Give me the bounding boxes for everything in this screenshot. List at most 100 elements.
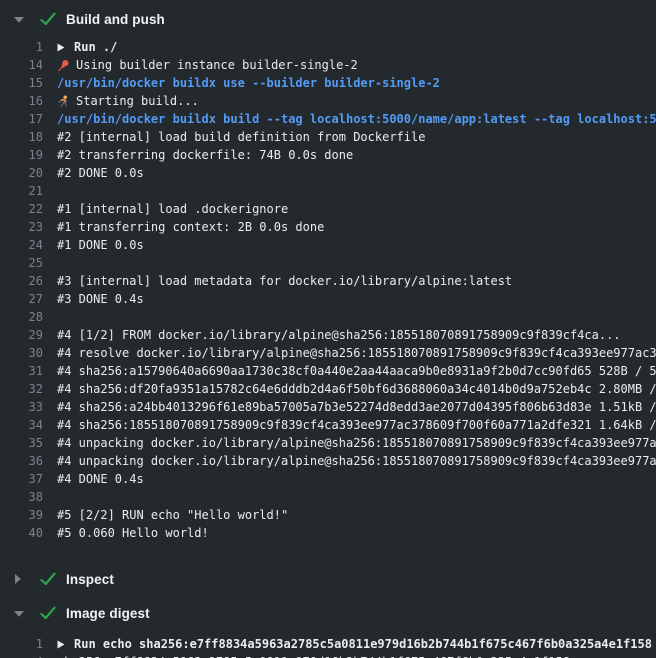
line-number[interactable]: 22 xyxy=(0,200,43,218)
check-icon xyxy=(40,572,57,586)
line-number[interactable]: 23 xyxy=(0,218,43,236)
log-text: #4 sha256:a24bb4013296f61e89ba57005a7b3e… xyxy=(57,398,656,416)
line-number[interactable]: 40 xyxy=(0,524,43,542)
pushpin-icon xyxy=(57,59,76,72)
log-line: 33 #4 sha256:a24bb4013296f61e89ba57005a7b… xyxy=(0,398,656,416)
line-number[interactable]: 24 xyxy=(0,236,43,254)
expand-group-icon[interactable] xyxy=(57,640,74,649)
log-line: 17/usr/bin/docker buildx build --tag loc… xyxy=(0,110,656,128)
log-line: 26 #3 [internal] load metadata for docker… xyxy=(0,272,656,290)
log-line: 24 #1 DONE 0.0s xyxy=(0,236,656,254)
log-text: Run ./ xyxy=(74,38,117,56)
log-text: /usr/bin/docker buildx use --builder bui… xyxy=(57,74,440,92)
line-number[interactable]: 1 xyxy=(0,38,43,56)
line-number[interactable]: 4 xyxy=(0,653,43,658)
chevron-right-icon xyxy=(14,574,30,584)
log-text: Run echo sha256:e7ff8834a5963a2785c5a081… xyxy=(74,635,652,653)
section-title: Inspect xyxy=(66,572,114,587)
line-number[interactable]: 35 xyxy=(0,434,43,452)
log-line: 34 #4 sha256:185518070891758909c9f839cf4c… xyxy=(0,416,656,434)
log-text: #5 0.060 Hello world! xyxy=(57,524,209,542)
log-text: #4 sha256:185518070891758909c9f839cf4ca3… xyxy=(57,416,656,434)
line-number[interactable]: 19 xyxy=(0,146,43,164)
log-text: #3 [internal] load metadata for docker.i… xyxy=(57,272,512,290)
log-line: 35 #4 unpacking docker.io/library/alpine@… xyxy=(0,434,656,452)
section-build-and-push: Build and push 1 Run ./ 14 Using builder in… xyxy=(0,9,656,542)
section-header-build-and-push[interactable]: Build and push xyxy=(0,9,656,29)
check-icon xyxy=(40,606,57,620)
line-number[interactable]: 30 xyxy=(0,344,43,362)
line-number[interactable]: 14 xyxy=(0,56,43,74)
line-number[interactable]: 21 xyxy=(0,182,43,200)
runner-icon xyxy=(57,95,76,108)
log-text: #4 [1/2] FROM docker.io/library/alpine@s… xyxy=(57,326,621,344)
log-line: 22 #1 [internal] load .dockerignore xyxy=(0,200,656,218)
section-header-image-digest[interactable]: Image digest xyxy=(0,603,656,623)
line-number[interactable]: 31 xyxy=(0,362,43,380)
log-lines-build-and-push: 1 Run ./ 14 Using builder instance builder-… xyxy=(0,38,656,542)
log-line: 40 #5 0.060 Hello world! xyxy=(0,524,656,542)
log-text: #4 sha256:df20fa9351a15782c64e6dddb2d4a6… xyxy=(57,380,656,398)
line-number[interactable]: 15 xyxy=(0,74,43,92)
log-line: 15/usr/bin/docker buildx use --builder b… xyxy=(0,74,656,92)
log-line: 4 sha256:e7ff8834a5963a2785c5a0811e979d16… xyxy=(0,653,656,658)
line-number[interactable]: 36 xyxy=(0,452,43,470)
line-number[interactable]: 1 xyxy=(0,635,43,653)
line-number[interactable]: 25 xyxy=(0,254,43,272)
section-title: Image digest xyxy=(66,606,150,621)
section-image-digest: Image digest 1 Run echo sha256:e7ff8834a5… xyxy=(0,603,656,658)
log-text: Using builder instance builder-single-2 xyxy=(76,56,358,74)
line-number[interactable]: 17 xyxy=(0,110,43,128)
line-number[interactable]: 18 xyxy=(0,128,43,146)
chevron-down-icon xyxy=(14,16,30,23)
line-number[interactable]: 33 xyxy=(0,398,43,416)
log-line: 1 Run ./ xyxy=(0,38,656,56)
line-number[interactable]: 28 xyxy=(0,308,43,326)
chevron-down-icon xyxy=(14,610,30,617)
log-text: /usr/bin/docker buildx build --tag local… xyxy=(57,110,656,128)
log-line: 23 #1 transferring context: 2B 0.0s done xyxy=(0,218,656,236)
line-number[interactable]: 34 xyxy=(0,416,43,434)
log-line: 27 #3 DONE 0.4s xyxy=(0,290,656,308)
log-lines-image-digest: 1 Run echo sha256:e7ff8834a5963a2785c5a08… xyxy=(0,635,656,658)
log-text: #4 unpacking docker.io/library/alpine@sh… xyxy=(57,434,656,452)
section-header-inspect[interactable]: Inspect xyxy=(0,569,656,589)
log-line: 19 #2 transferring dockerfile: 74B 0.0s d… xyxy=(0,146,656,164)
log-line: 29 #4 [1/2] FROM docker.io/library/alpine… xyxy=(0,326,656,344)
log-text: #1 [internal] load .dockerignore xyxy=(57,200,288,218)
log-text: #2 transferring dockerfile: 74B 0.0s don… xyxy=(57,146,353,164)
log-line: 28 xyxy=(0,308,656,326)
line-number[interactable]: 27 xyxy=(0,290,43,308)
section-inspect: Inspect xyxy=(0,569,656,589)
line-number[interactable]: 26 xyxy=(0,272,43,290)
log-line: 39 #5 [2/2] RUN echo "Hello world!" xyxy=(0,506,656,524)
log-text: #2 DONE 0.0s xyxy=(57,164,144,182)
log-text: #1 transferring context: 2B 0.0s done xyxy=(57,218,324,236)
log-text: sha256:e7ff8834a5963a2785c5a0811e979d16b… xyxy=(57,653,570,658)
log-text: #2 [internal] load build definition from… xyxy=(57,128,425,146)
log-text: Starting build... xyxy=(76,92,199,110)
expand-group-icon[interactable] xyxy=(57,43,74,52)
log-line: 14 Using builder instance builder-single-… xyxy=(0,56,656,74)
line-number[interactable]: 20 xyxy=(0,164,43,182)
log-text: #1 DONE 0.0s xyxy=(57,236,144,254)
log-text: #5 [2/2] RUN echo "Hello world!" xyxy=(57,506,288,524)
section-title: Build and push xyxy=(66,12,165,27)
log-line: 21 xyxy=(0,182,656,200)
log-text: #3 DONE 0.4s xyxy=(57,290,144,308)
log-line: 32 #4 sha256:df20fa9351a15782c64e6dddb2d4… xyxy=(0,380,656,398)
log-line: 20 #2 DONE 0.0s xyxy=(0,164,656,182)
line-number[interactable]: 29 xyxy=(0,326,43,344)
log-line: 37#4 DONE 0.4s xyxy=(0,470,656,488)
line-number[interactable]: 32 xyxy=(0,380,43,398)
log-line: 30#4 resolve docker.io/library/alpine@sh… xyxy=(0,344,656,362)
line-number[interactable]: 39 xyxy=(0,506,43,524)
log-line: 18 #2 [internal] load build definition fr… xyxy=(0,128,656,146)
check-icon xyxy=(40,12,57,26)
line-number[interactable]: 37 xyxy=(0,470,43,488)
line-number[interactable]: 16 xyxy=(0,92,43,110)
log-text: #4 unpacking docker.io/library/alpine@sh… xyxy=(57,452,656,470)
log-line: 36 #4 unpacking docker.io/library/alpine@… xyxy=(0,452,656,470)
line-number[interactable]: 38 xyxy=(0,488,43,506)
workflow-log: Build and push 1Run ./14Using builder in… xyxy=(0,0,656,658)
